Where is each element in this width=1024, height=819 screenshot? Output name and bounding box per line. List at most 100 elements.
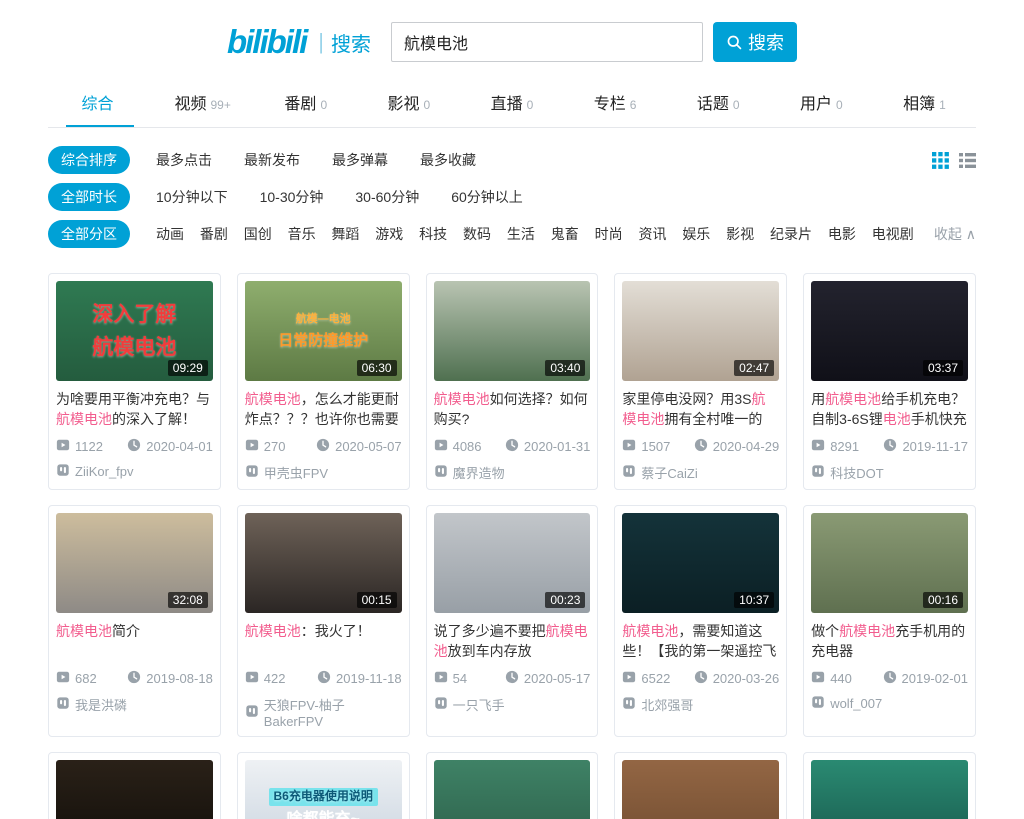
- filter-option[interactable]: 60分钟以上: [451, 187, 523, 207]
- bilibili-logo[interactable]: bilibili | 搜索: [227, 23, 371, 61]
- filter-option[interactable]: 科技: [419, 224, 447, 244]
- play-count: 54: [453, 671, 467, 686]
- filter-option[interactable]: 番剧: [200, 224, 228, 244]
- uploader-row[interactable]: 北郊强哥: [622, 695, 779, 714]
- video-thumbnail[interactable]: 03:40: [434, 281, 591, 381]
- uploader-name: ZiiKor_fpv: [75, 464, 134, 479]
- video-card[interactable]: 深入了解航模电池09:29 为啥要用平衡冲充电？与航模电池的深入了解！ 1122: [48, 273, 221, 490]
- video-thumbnail[interactable]: 02:43: [811, 760, 968, 819]
- video-card[interactable]: 00:15 航模电池：我火了！ 422: [237, 505, 410, 737]
- video-title[interactable]: 用航模电池给手机充电？自制3-6S锂电池手机快充器: [811, 389, 968, 429]
- filter-option[interactable]: 电视剧: [872, 224, 914, 244]
- filter-option[interactable]: 最多弹幕: [332, 150, 388, 170]
- list-view-icon[interactable]: [959, 152, 976, 169]
- filter-pill-duration[interactable]: 全部时长: [48, 183, 130, 211]
- filter-option[interactable]: 纪录片: [770, 224, 812, 244]
- tab-相簿[interactable]: 相簿1: [873, 90, 976, 127]
- video-title[interactable]: 航模电池，需要知道这些！【我的第一架遥控飞机】第: [622, 621, 779, 661]
- video-title[interactable]: 航模电池简介: [56, 621, 213, 661]
- video-card[interactable]: 19:02: [48, 752, 221, 819]
- video-thumbnail[interactable]: 10:37: [622, 513, 779, 613]
- search-input[interactable]: [391, 22, 703, 62]
- filter-option[interactable]: 10-30分钟: [260, 187, 324, 207]
- video-thumbnail[interactable]: 02:47: [622, 281, 779, 381]
- video-card[interactable]: 航模—电池日常防撞维护06:30 航模电池，怎么才能更耐炸点？？？也许你也需要这…: [237, 273, 410, 490]
- video-card[interactable]: 00:16 做个航模电池充手机用的 充电器 440: [803, 505, 976, 737]
- uploader-row[interactable]: ZiiKor_fpv: [56, 463, 213, 480]
- filter-option[interactable]: 10分钟以下: [156, 187, 228, 207]
- uploader-row[interactable]: 一只飞手: [434, 695, 591, 714]
- video-title[interactable]: 做个航模电池充手机用的 充电器: [811, 621, 968, 661]
- filter-pill-category[interactable]: 全部分区: [48, 220, 130, 248]
- uploader-row[interactable]: 天狼FPV-柚子BakerFPV: [245, 695, 402, 729]
- filter-option[interactable]: 音乐: [288, 224, 316, 244]
- tab-番剧[interactable]: 番剧0: [254, 90, 357, 127]
- uploader-row[interactable]: 魔界造物: [434, 463, 591, 482]
- filter-option[interactable]: 影视: [726, 224, 754, 244]
- video-thumbnail[interactable]: 00:15: [245, 513, 402, 613]
- video-thumbnail[interactable]: 00:23: [434, 513, 591, 613]
- uploader-row[interactable]: 我是洪磷: [56, 695, 213, 714]
- tab-count: 0: [320, 98, 327, 112]
- clock-icon: [694, 438, 708, 455]
- filter-option[interactable]: 最多点击: [156, 150, 212, 170]
- filter-option[interactable]: 电影: [828, 224, 856, 244]
- uploader-row[interactable]: wolf_007: [811, 695, 968, 712]
- uploader-row[interactable]: 甲壳虫FPV: [245, 463, 402, 482]
- upload-date-item: 2019-02-01: [883, 670, 969, 687]
- filter-option[interactable]: 国创: [244, 224, 272, 244]
- video-thumbnail[interactable]: 深入了解航模电池09:29: [56, 281, 213, 381]
- uploader-row[interactable]: 蔡子CaiZi: [622, 463, 779, 482]
- search-button[interactable]: 搜索: [713, 22, 797, 62]
- play-count-item: 1122: [56, 438, 103, 455]
- filter-option[interactable]: 数码: [463, 224, 491, 244]
- video-card[interactable]: 32:08 航模电池简介 682: [48, 505, 221, 737]
- video-title[interactable]: 航模电池，怎么才能更耐炸点？？？也许你也需要这样: [245, 389, 402, 429]
- filter-option[interactable]: 动画: [156, 224, 184, 244]
- filter-option[interactable]: 生活: [507, 224, 535, 244]
- video-card[interactable]: 10:37 航模电池，需要知道这些！【我的第一架遥控飞机】第 6522: [614, 505, 787, 737]
- filter-option[interactable]: 舞蹈: [331, 224, 359, 244]
- video-title[interactable]: 为啥要用平衡冲充电？与航模电池的深入了解！: [56, 389, 213, 429]
- tab-用户[interactable]: 用户0: [770, 90, 873, 127]
- tab-专栏[interactable]: 专栏6: [564, 90, 667, 127]
- filter-option[interactable]: 最多收藏: [420, 150, 476, 170]
- video-card[interactable]: 03:26: [614, 752, 787, 819]
- video-thumbnail[interactable]: 32:08: [56, 513, 213, 613]
- play-count-icon: [245, 438, 259, 455]
- video-thumbnail[interactable]: 航模—电池日常防撞维护06:30: [245, 281, 402, 381]
- filter-option[interactable]: 娱乐: [682, 224, 710, 244]
- tab-直播[interactable]: 直播0: [460, 90, 563, 127]
- video-title[interactable]: 家里停电没网？用3S航模电池拥有全村唯一的WiFi: [622, 389, 779, 429]
- video-card[interactable]: 03:37 用航模电池给手机充电？自制3-6S锂电池手机快充器 8291: [803, 273, 976, 490]
- filter-option[interactable]: 游戏: [375, 224, 403, 244]
- video-card[interactable]: 20:21: [426, 752, 599, 819]
- filter-option[interactable]: 30-60分钟: [355, 187, 419, 207]
- filter-option[interactable]: 时尚: [595, 224, 623, 244]
- video-thumbnail[interactable]: 00:16: [811, 513, 968, 613]
- video-thumbnail[interactable]: 20:21: [434, 760, 591, 819]
- video-card[interactable]: 02:43: [803, 752, 976, 819]
- video-thumbnail[interactable]: 03:37: [811, 281, 968, 381]
- video-card[interactable]: 02:47 家里停电没网？用3S航模电池拥有全村唯一的WiFi 1507: [614, 273, 787, 490]
- tab-综合[interactable]: 综合: [48, 90, 151, 127]
- video-thumbnail[interactable]: 19:02: [56, 760, 213, 819]
- video-title[interactable]: 说了多少遍不要把航模电池放到车内存放: [434, 621, 591, 661]
- video-card[interactable]: B6充电器使用说明啥都能充~08:06: [237, 752, 410, 819]
- video-thumbnail[interactable]: 03:26: [622, 760, 779, 819]
- collapse-toggle[interactable]: 收起 ∧: [934, 224, 976, 244]
- video-card[interactable]: 03:40 航模电池如何选择？如何购买? 4086: [426, 273, 599, 490]
- tab-视频[interactable]: 视频99+: [151, 90, 254, 127]
- filter-pill-sort[interactable]: 综合排序: [48, 146, 130, 174]
- tab-影视[interactable]: 影视0: [357, 90, 460, 127]
- filter-option[interactable]: 资讯: [638, 224, 666, 244]
- filter-option[interactable]: 鬼畜: [551, 224, 579, 244]
- grid-view-icon[interactable]: [932, 152, 949, 169]
- tab-话题[interactable]: 话题0: [667, 90, 770, 127]
- video-card[interactable]: 00:23 说了多少遍不要把航模电池放到车内存放 54: [426, 505, 599, 737]
- uploader-row[interactable]: 科技DOT: [811, 463, 968, 482]
- filter-option[interactable]: 最新发布: [244, 150, 300, 170]
- video-title[interactable]: 航模电池：我火了！: [245, 621, 402, 661]
- video-title[interactable]: 航模电池如何选择？如何购买?: [434, 389, 591, 429]
- video-thumbnail[interactable]: B6充电器使用说明啥都能充~08:06: [245, 760, 402, 819]
